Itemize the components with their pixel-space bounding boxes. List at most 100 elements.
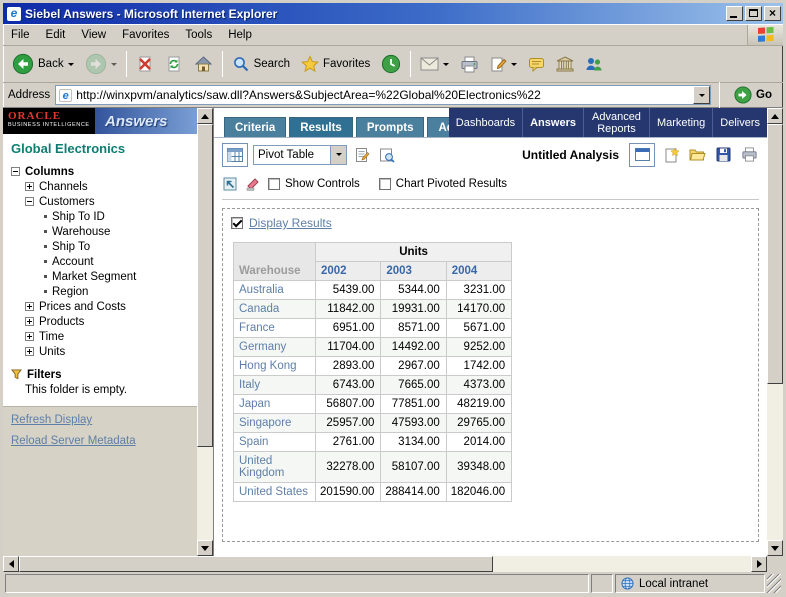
research-button[interactable] [551,48,579,80]
menu-tools[interactable]: Tools [177,25,220,45]
menu-edit[interactable]: Edit [38,25,74,45]
display-results-link[interactable]: Display Results [249,216,332,230]
scroll-down-button[interactable] [197,540,213,556]
row-label[interactable]: Japan [233,394,316,414]
scroll-down-button[interactable] [767,540,783,556]
open-request-icon[interactable] [687,145,707,165]
year-header[interactable]: 2003 [380,261,447,281]
properties-button[interactable] [629,142,655,167]
tree-leaf-ship-to[interactable]: Ship To [41,239,191,254]
mail-button[interactable] [415,48,454,80]
expand-icon[interactable] [25,347,34,356]
tree-node-customers[interactable]: Customers [25,194,191,209]
favorites-button[interactable]: Favorites [296,48,375,80]
tree-leaf-ship-to-id[interactable]: Ship To ID [41,209,191,224]
format-view-icon[interactable] [245,176,261,192]
preview-icon[interactable] [377,145,397,165]
forward-button[interactable] [80,48,122,80]
row-label[interactable]: Canada [233,299,316,319]
row-label[interactable]: Germany [233,337,316,357]
history-button[interactable] [376,48,406,80]
horizontal-scrollbar[interactable] [3,556,767,572]
menu-help[interactable]: Help [220,25,260,45]
scroll-right-button[interactable] [751,556,767,572]
new-request-icon[interactable] [661,145,681,165]
expand-icon[interactable] [25,302,34,311]
nav-answers[interactable]: Answers [522,108,583,137]
nav-dashboards[interactable]: Dashboards [449,108,522,137]
title-bar[interactable]: Siebel Answers - Microsoft Internet Expl… [3,3,783,24]
tree-node-channels[interactable]: Channels [25,179,191,194]
close-button[interactable] [764,6,781,21]
print-button[interactable] [455,48,484,80]
chart-pivoted-checkbox[interactable] [378,178,391,190]
row-label[interactable]: United Kingdom [233,451,316,483]
tree-leaf-market-segment[interactable]: Market Segment [41,269,191,284]
view-type-select[interactable]: Pivot Table [253,144,347,165]
scroll-thumb[interactable] [197,124,213,447]
collapse-icon[interactable] [11,167,20,176]
save-icon[interactable] [713,145,733,165]
menu-file[interactable]: File [3,25,38,45]
expand-icon[interactable] [25,182,34,191]
go-button[interactable]: Go [728,84,778,106]
tab-results[interactable]: Results [289,117,353,137]
row-label[interactable]: United States [233,482,316,502]
home-button[interactable] [189,48,218,80]
url-input[interactable] [76,87,694,103]
forward-dropdown-icon[interactable] [110,62,117,66]
scroll-up-button[interactable] [767,108,783,124]
import-view-icon[interactable] [222,176,238,192]
row-label[interactable]: Singapore [233,413,316,433]
expand-icon[interactable] [25,317,34,326]
refresh-button[interactable] [160,48,188,80]
nav-delivers[interactable]: Delivers [712,108,767,137]
scroll-left-button[interactable] [3,556,19,572]
tab-criteria[interactable]: Criteria [224,117,287,137]
scroll-thumb[interactable] [767,124,783,384]
display-results-checkbox[interactable] [231,217,243,229]
edit-view-icon[interactable] [352,145,372,165]
edit-button[interactable] [485,48,522,80]
tab-prompts[interactable]: Prompts [355,117,425,137]
minimize-button[interactable] [726,6,743,21]
menu-view[interactable]: View [73,25,114,45]
messenger-button[interactable] [580,48,608,80]
back-dropdown-icon[interactable] [67,62,74,66]
search-button[interactable]: Search [227,48,295,80]
address-dropdown-button[interactable] [693,86,711,104]
year-header[interactable]: 2002 [314,261,382,281]
show-controls-checkbox[interactable] [268,178,280,190]
address-field[interactable] [55,85,712,105]
row-label[interactable]: Hong Kong [233,356,316,376]
edit-dropdown-icon[interactable] [511,62,518,66]
tree-node-products[interactable]: Products [25,314,191,329]
print-report-icon[interactable] [739,145,759,165]
tree-node-columns[interactable]: Columns [11,164,191,179]
menu-favorites[interactable]: Favorites [114,25,177,45]
expand-icon[interactable] [25,332,34,341]
back-button[interactable]: Back [7,48,79,80]
tree-leaf-region[interactable]: Region [41,284,191,299]
tree-node-prices-and-costs[interactable]: Prices and Costs [25,299,191,314]
main-scrollbar[interactable] [767,108,783,556]
row-label[interactable]: Australia [233,280,316,300]
refresh-display-link[interactable]: Refresh Display [11,414,189,426]
discuss-button[interactable] [523,48,550,80]
tree-leaf-warehouse[interactable]: Warehouse [41,224,191,239]
nav-advanced-reports[interactable]: Advanced Reports [582,108,649,137]
row-label[interactable]: Spain [233,432,316,452]
mail-dropdown-icon[interactable] [443,62,450,66]
nav-marketing[interactable]: Marketing [648,108,712,137]
row-label[interactable]: Italy [233,375,316,395]
resize-grip[interactable] [767,574,781,593]
scroll-up-button[interactable] [197,108,213,124]
maximize-button[interactable] [745,6,762,21]
select-dropdown-icon[interactable] [330,145,346,164]
year-header[interactable]: 2004 [445,261,513,281]
scroll-thumb[interactable] [19,556,493,572]
tree-leaf-account[interactable]: Account [41,254,191,269]
reload-metadata-link[interactable]: Reload Server Metadata [11,435,189,447]
row-label[interactable]: France [233,318,316,338]
tree-node-units[interactable]: Units [25,344,191,359]
